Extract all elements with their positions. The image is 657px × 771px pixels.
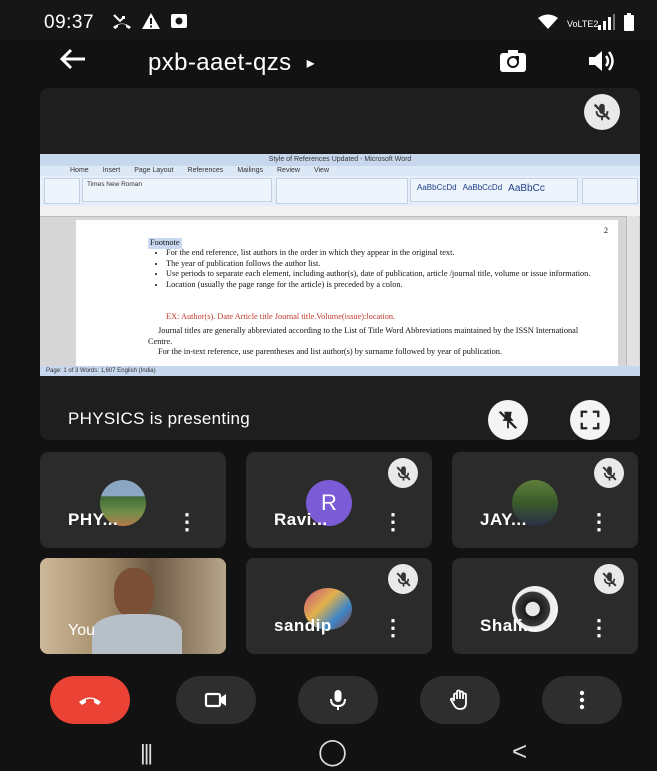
signal-icon — [597, 14, 615, 35]
pin-off-icon — [498, 410, 518, 430]
speaker-button[interactable] — [586, 46, 616, 83]
fullscreen-button[interactable] — [570, 400, 610, 440]
photo-icon — [170, 12, 188, 35]
participant-more-button[interactable]: ⋮ — [382, 511, 404, 533]
shared-window-title: Style of References Updated - Microsoft … — [40, 154, 640, 166]
word-style: AaBbCcDd — [462, 183, 503, 192]
caret-right-icon: ▸ — [306, 55, 316, 72]
word-ribbon: Times New Roman AaBbCcDd AaBbCcDd AaBbCc — [40, 176, 640, 207]
participant-name: Shali... — [480, 616, 539, 635]
doc-bullet: The year of publication follows the auth… — [166, 259, 614, 270]
unpin-button[interactable] — [488, 400, 528, 440]
participant-tile[interactable]: sandip ⋮ — [246, 558, 432, 654]
word-status-bar: Page: 1 of 3 Words: 1,607 English (India… — [40, 366, 640, 376]
mic-off-icon — [395, 465, 411, 481]
recents-button[interactable]: ||| — [140, 740, 153, 766]
word-ribbon-tabs: Home Insert Page Layout References Maili… — [40, 166, 640, 176]
doc-bullet: Use periods to separate each element, in… — [166, 269, 614, 280]
self-video-tile[interactable]: You — [40, 558, 226, 654]
word-font-name: Times New Roman — [87, 181, 143, 188]
doc-page-number: 2 — [603, 226, 608, 235]
mic-off-icon — [593, 103, 611, 121]
arrow-left-icon — [59, 48, 85, 70]
battery-icon — [623, 13, 635, 36]
word-scrollbar — [626, 216, 639, 366]
word-tab: Page Layout — [134, 167, 174, 174]
mic-off-icon — [601, 465, 617, 481]
word-tab: Insert — [102, 167, 121, 174]
raise-hand-icon — [449, 689, 467, 710]
wifi-icon — [537, 14, 559, 35]
participant-name: Ravi... — [274, 510, 328, 529]
mic-off-icon — [395, 571, 411, 587]
doc-paragraph: For the in-text reference, use parenthes… — [158, 347, 502, 356]
word-tab: References — [187, 167, 224, 174]
fullscreen-icon — [580, 410, 600, 430]
status-bar: 09:37 VoLTE2 — [0, 0, 657, 40]
camera-flip-icon — [500, 50, 526, 72]
participant-tile[interactable]: PHY... ⋮ — [40, 452, 226, 548]
doc-example: EX: Author(s). Date Article title Journa… — [166, 312, 396, 321]
presenting-label: PHYSICS is presenting — [68, 409, 251, 428]
raise-hand-button[interactable] — [420, 676, 500, 724]
participant-more-button[interactable]: ⋮ — [588, 617, 610, 639]
more-vert-icon — [579, 690, 585, 710]
participant-tile[interactable]: Shali... ⋮ — [452, 558, 638, 654]
speaker-icon — [589, 51, 614, 71]
mic-off-icon — [601, 571, 617, 587]
word-font-group: Times New Roman — [82, 178, 272, 202]
end-call-button[interactable] — [50, 676, 130, 724]
microphone-toggle-button[interactable] — [298, 676, 378, 724]
word-styles-group: AaBbCcDd AaBbCcDd AaBbCc — [410, 178, 578, 202]
word-tab: View — [313, 167, 329, 174]
participant-mute-badge — [388, 458, 418, 488]
meeting-code-button[interactable]: pxb-aaet-qzs ▸ — [148, 49, 315, 77]
more-options-button[interactable] — [542, 676, 622, 724]
shared-screen: Style of References Updated - Microsoft … — [40, 154, 640, 376]
word-style: AaBbCc — [508, 183, 545, 194]
participant-mute-badge — [388, 564, 418, 594]
word-style: AaBbCcDd — [417, 183, 457, 192]
word-tab: Review — [277, 167, 300, 174]
network-label: VoLTE2 — [567, 19, 599, 29]
participant-name: PHY... — [68, 510, 119, 529]
status-right: VoLTE2 — [537, 13, 635, 36]
participant-more-button[interactable]: ⋮ — [382, 617, 404, 639]
doc-paragraph: Journal titles are generally abbreviated… — [148, 326, 579, 346]
camera-icon — [204, 692, 226, 708]
status-time: 09:37 — [44, 12, 95, 33]
participant-name: JAY... — [480, 510, 527, 529]
presentation-tile[interactable]: Style of References Updated - Microsoft … — [40, 88, 640, 440]
end-call-icon — [79, 697, 101, 705]
participant-more-button[interactable]: ⋮ — [588, 511, 610, 533]
word-tab: Mailings — [237, 167, 263, 174]
back-button[interactable] — [58, 44, 88, 83]
self-video-shirt — [92, 614, 182, 654]
doc-bullet: For the end reference, list authors in t… — [166, 248, 614, 259]
participant-tile[interactable]: JAY... ⋮ — [452, 452, 638, 548]
switch-camera-button[interactable] — [498, 46, 528, 83]
word-ruler — [40, 206, 640, 217]
participant-name: sandip — [274, 616, 332, 635]
home-button[interactable]: ◯ — [318, 736, 347, 767]
participant-name: You — [68, 622, 95, 639]
missed-call-icon — [112, 12, 132, 35]
meeting-top-bar: pxb-aaet-qzs ▸ — [0, 40, 657, 88]
doc-bullet-list: For the end reference, list authors in t… — [148, 248, 614, 290]
doc-bullet: Location (usually the page range for the… — [166, 280, 614, 291]
doc-heading: Footnote — [148, 238, 182, 249]
camera-toggle-button[interactable] — [176, 676, 256, 724]
microphone-icon — [330, 690, 346, 710]
warning-icon — [141, 12, 161, 35]
self-video-face — [114, 568, 154, 618]
meeting-code: pxb-aaet-qzs — [148, 49, 292, 76]
presenter-mute-badge — [584, 94, 620, 130]
participant-tile[interactable]: R Ravi... ⋮ — [246, 452, 432, 548]
participant-mute-badge — [594, 564, 624, 594]
word-document-page: 2 Footnote For the end reference, list a… — [76, 220, 618, 366]
participant-more-button[interactable]: ⋮ — [176, 511, 198, 533]
participant-mute-badge — [594, 458, 624, 488]
word-tab: Home — [70, 167, 89, 174]
nav-back-button[interactable]: < — [512, 736, 527, 767]
